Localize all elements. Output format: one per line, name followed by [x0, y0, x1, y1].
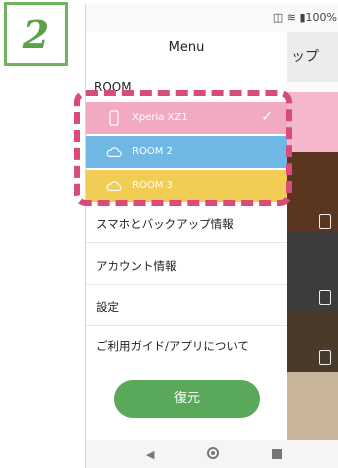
vibrate-icon: ◫ — [272, 11, 284, 24]
status-icons: ◫ ≋ ▮100% — [273, 11, 337, 24]
document-icon — [319, 350, 331, 365]
battery-level: 100% — [305, 11, 337, 24]
background-photo — [287, 372, 338, 442]
restore-button[interactable]: 復元 — [114, 380, 260, 418]
background-header: ップ — [287, 32, 338, 82]
status-bar: ◫ ≋ ▮100% — [86, 4, 338, 32]
wifi-icon: ≋ — [286, 11, 296, 24]
recent-apps-icon[interactable] — [272, 449, 282, 459]
background-photo — [287, 312, 338, 372]
navigation-bar: ◀ — [86, 440, 338, 468]
background-header-text: ップ — [291, 49, 319, 65]
room-highlight-frame — [74, 90, 292, 206]
background-tile — [287, 92, 338, 152]
background-photo — [287, 152, 338, 232]
step-number: 2 — [22, 11, 50, 57]
divider — [86, 325, 287, 326]
menu-item-account-info[interactable]: アカウント情報 — [96, 258, 177, 274]
background-content: ップ — [287, 32, 338, 442]
document-icon — [319, 214, 331, 229]
home-icon[interactable] — [207, 447, 219, 459]
background-photo — [287, 232, 338, 312]
document-icon — [319, 290, 331, 305]
phone-screen: ◫ ≋ ▮100% ップ Menu ROOM Xperia XZ1 ✓ ROOM… — [85, 4, 338, 468]
divider — [86, 284, 287, 285]
menu-item-settings[interactable]: 設定 — [96, 299, 119, 315]
menu-item-guide[interactable]: ご利用ガイド/アプリについて — [96, 338, 249, 354]
menu-item-backup-info[interactable]: スマホとバックアップ情報 — [96, 216, 234, 232]
divider — [86, 242, 287, 243]
drawer-title: Menu — [168, 40, 205, 55]
back-icon[interactable]: ◀ — [146, 448, 154, 461]
step-number-badge: 2 — [4, 2, 68, 66]
